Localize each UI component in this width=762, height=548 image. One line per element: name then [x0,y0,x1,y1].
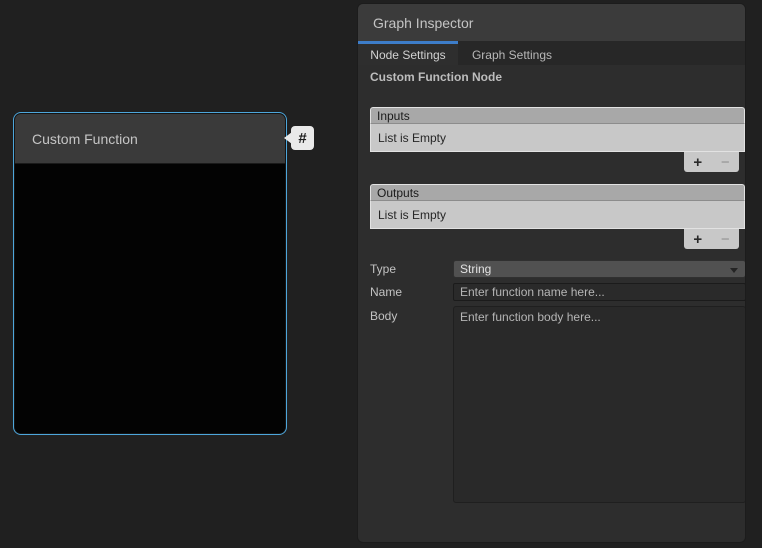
inputs-remove-button[interactable]: − [714,153,736,171]
custom-function-node[interactable]: Custom Function [13,112,287,435]
outputs-list-footer: + − [684,229,739,249]
inputs-list: Inputs List is Empty + − [370,107,745,172]
tab-node-settings-label: Node Settings [370,48,445,62]
outputs-list-empty-row: List is Empty [370,201,745,229]
tab-graph-settings-label: Graph Settings [472,48,552,62]
outputs-list: Outputs List is Empty + − [370,184,745,249]
function-body-textarea[interactable] [453,306,746,503]
node-hash-badge[interactable]: # [291,126,314,150]
tab-graph-settings[interactable]: Graph Settings [458,41,566,65]
inputs-add-button[interactable]: + [687,153,709,171]
chevron-down-icon [730,268,738,273]
inspector-tabbar: Node Settings Graph Settings [358,41,745,65]
name-label: Name [370,285,402,299]
panel-title: Graph Inspector [373,15,473,31]
body-label: Body [370,309,397,323]
panel-header[interactable]: Graph Inspector [358,4,745,41]
outputs-list-header: Outputs [370,184,745,201]
type-dropdown-value: String [460,262,491,276]
outputs-remove-button[interactable]: − [714,230,736,248]
node-title: Custom Function [32,131,138,147]
outputs-empty-label: List is Empty [378,208,446,222]
type-dropdown[interactable]: String [453,260,746,278]
custom-function-node-inner: Custom Function [15,114,285,433]
node-title-bar[interactable]: Custom Function [15,114,285,164]
hash-icon: # [298,130,306,147]
node-body [15,164,285,433]
graph-inspector-panel: Graph Inspector Node Settings Graph Sett… [357,3,746,543]
outputs-add-button[interactable]: + [687,230,709,248]
type-label: Type [370,262,396,276]
inputs-list-header: Inputs [370,107,745,124]
inputs-empty-label: List is Empty [378,131,446,145]
inputs-list-header-label: Inputs [377,109,410,123]
inputs-list-footer: + − [684,152,739,172]
inputs-list-empty-row: List is Empty [370,124,745,152]
outputs-list-header-label: Outputs [377,186,419,200]
function-name-input[interactable] [453,283,746,301]
tab-node-settings[interactable]: Node Settings [358,41,458,65]
section-title: Custom Function Node [370,70,502,84]
